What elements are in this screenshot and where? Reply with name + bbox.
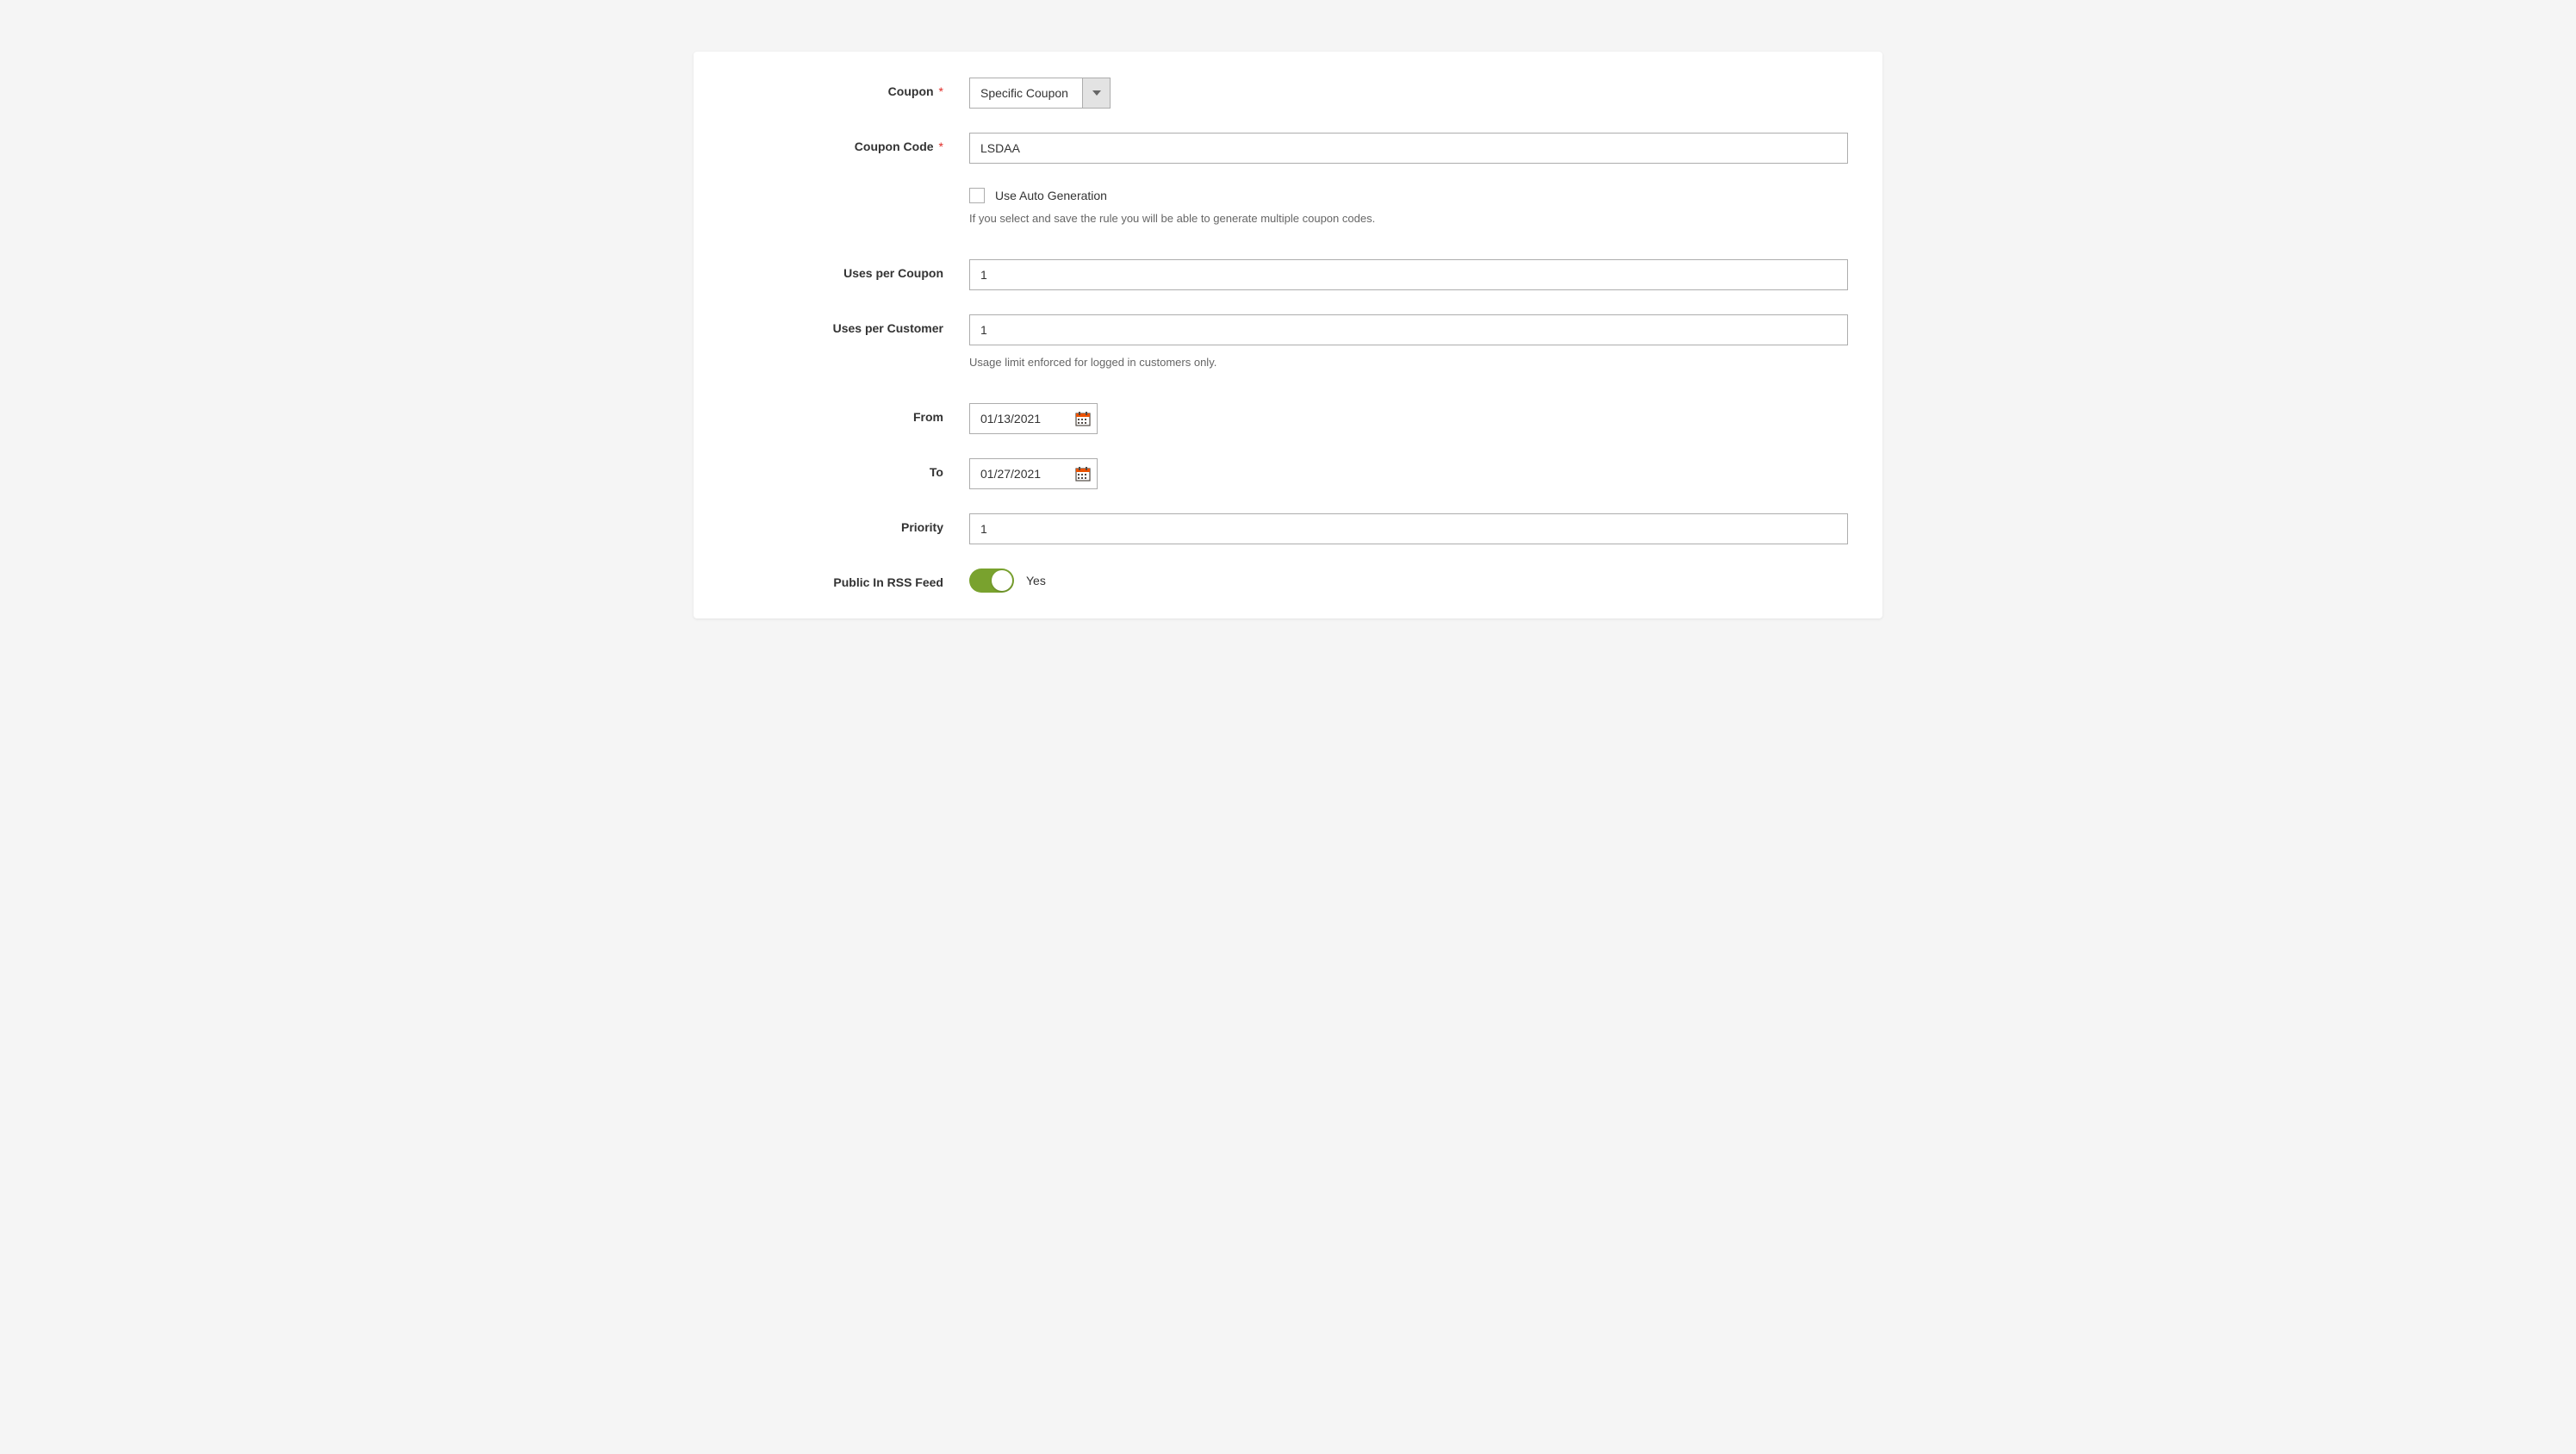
- coupon-code-input[interactable]: [969, 133, 1848, 164]
- priority-label: Priority: [728, 513, 969, 534]
- auto-generation-label: Use Auto Generation: [995, 189, 1107, 202]
- rss-toggle-value: Yes: [1026, 574, 1046, 587]
- from-date-input[interactable]: [970, 404, 1069, 433]
- coupon-label: Coupon*: [728, 78, 969, 98]
- rss-toggle[interactable]: [969, 569, 1014, 593]
- required-mark: *: [939, 84, 943, 98]
- to-date-picker-button[interactable]: [1069, 459, 1097, 488]
- to-label: To: [728, 458, 969, 479]
- coupon-select-arrow[interactable]: [1082, 78, 1110, 108]
- form-panel: Coupon* Specific Coupon Coupon Code* Use…: [694, 52, 1882, 618]
- required-mark: *: [939, 140, 943, 153]
- priority-row: Priority: [728, 513, 1848, 544]
- to-row: To: [728, 458, 1848, 489]
- coupon-select-value: Specific Coupon: [970, 78, 1082, 108]
- uses-per-coupon-input[interactable]: [969, 259, 1848, 290]
- from-date-picker-button[interactable]: [1069, 404, 1097, 433]
- coupon-row: Coupon* Specific Coupon: [728, 78, 1848, 109]
- calendar-icon: [1075, 411, 1091, 426]
- auto-generation-row: Use Auto Generation If you select and sa…: [728, 188, 1848, 225]
- uses-per-customer-row: Uses per Customer Usage limit enforced f…: [728, 314, 1848, 369]
- to-date-field[interactable]: [969, 458, 1098, 489]
- from-date-field[interactable]: [969, 403, 1098, 434]
- uses-per-customer-help: Usage limit enforced for logged in custo…: [969, 356, 1848, 369]
- auto-generation-checkbox[interactable]: [969, 188, 985, 203]
- rss-label: Public In RSS Feed: [728, 569, 969, 589]
- auto-generation-help: If you select and save the rule you will…: [969, 212, 1848, 225]
- uses-per-coupon-label: Uses per Coupon: [728, 259, 969, 280]
- coupon-select[interactable]: Specific Coupon: [969, 78, 1111, 109]
- to-date-input[interactable]: [970, 459, 1069, 488]
- chevron-down-icon: [1092, 90, 1101, 96]
- from-row: From: [728, 403, 1848, 434]
- toggle-knob: [992, 570, 1012, 591]
- rss-row: Public In RSS Feed Yes: [728, 569, 1848, 593]
- coupon-code-label: Coupon Code*: [728, 133, 969, 153]
- priority-input[interactable]: [969, 513, 1848, 544]
- uses-per-coupon-row: Uses per Coupon: [728, 259, 1848, 290]
- calendar-icon: [1075, 466, 1091, 482]
- from-label: From: [728, 403, 969, 424]
- uses-per-customer-label: Uses per Customer: [728, 314, 969, 335]
- uses-per-customer-input[interactable]: [969, 314, 1848, 345]
- coupon-code-row: Coupon Code*: [728, 133, 1848, 164]
